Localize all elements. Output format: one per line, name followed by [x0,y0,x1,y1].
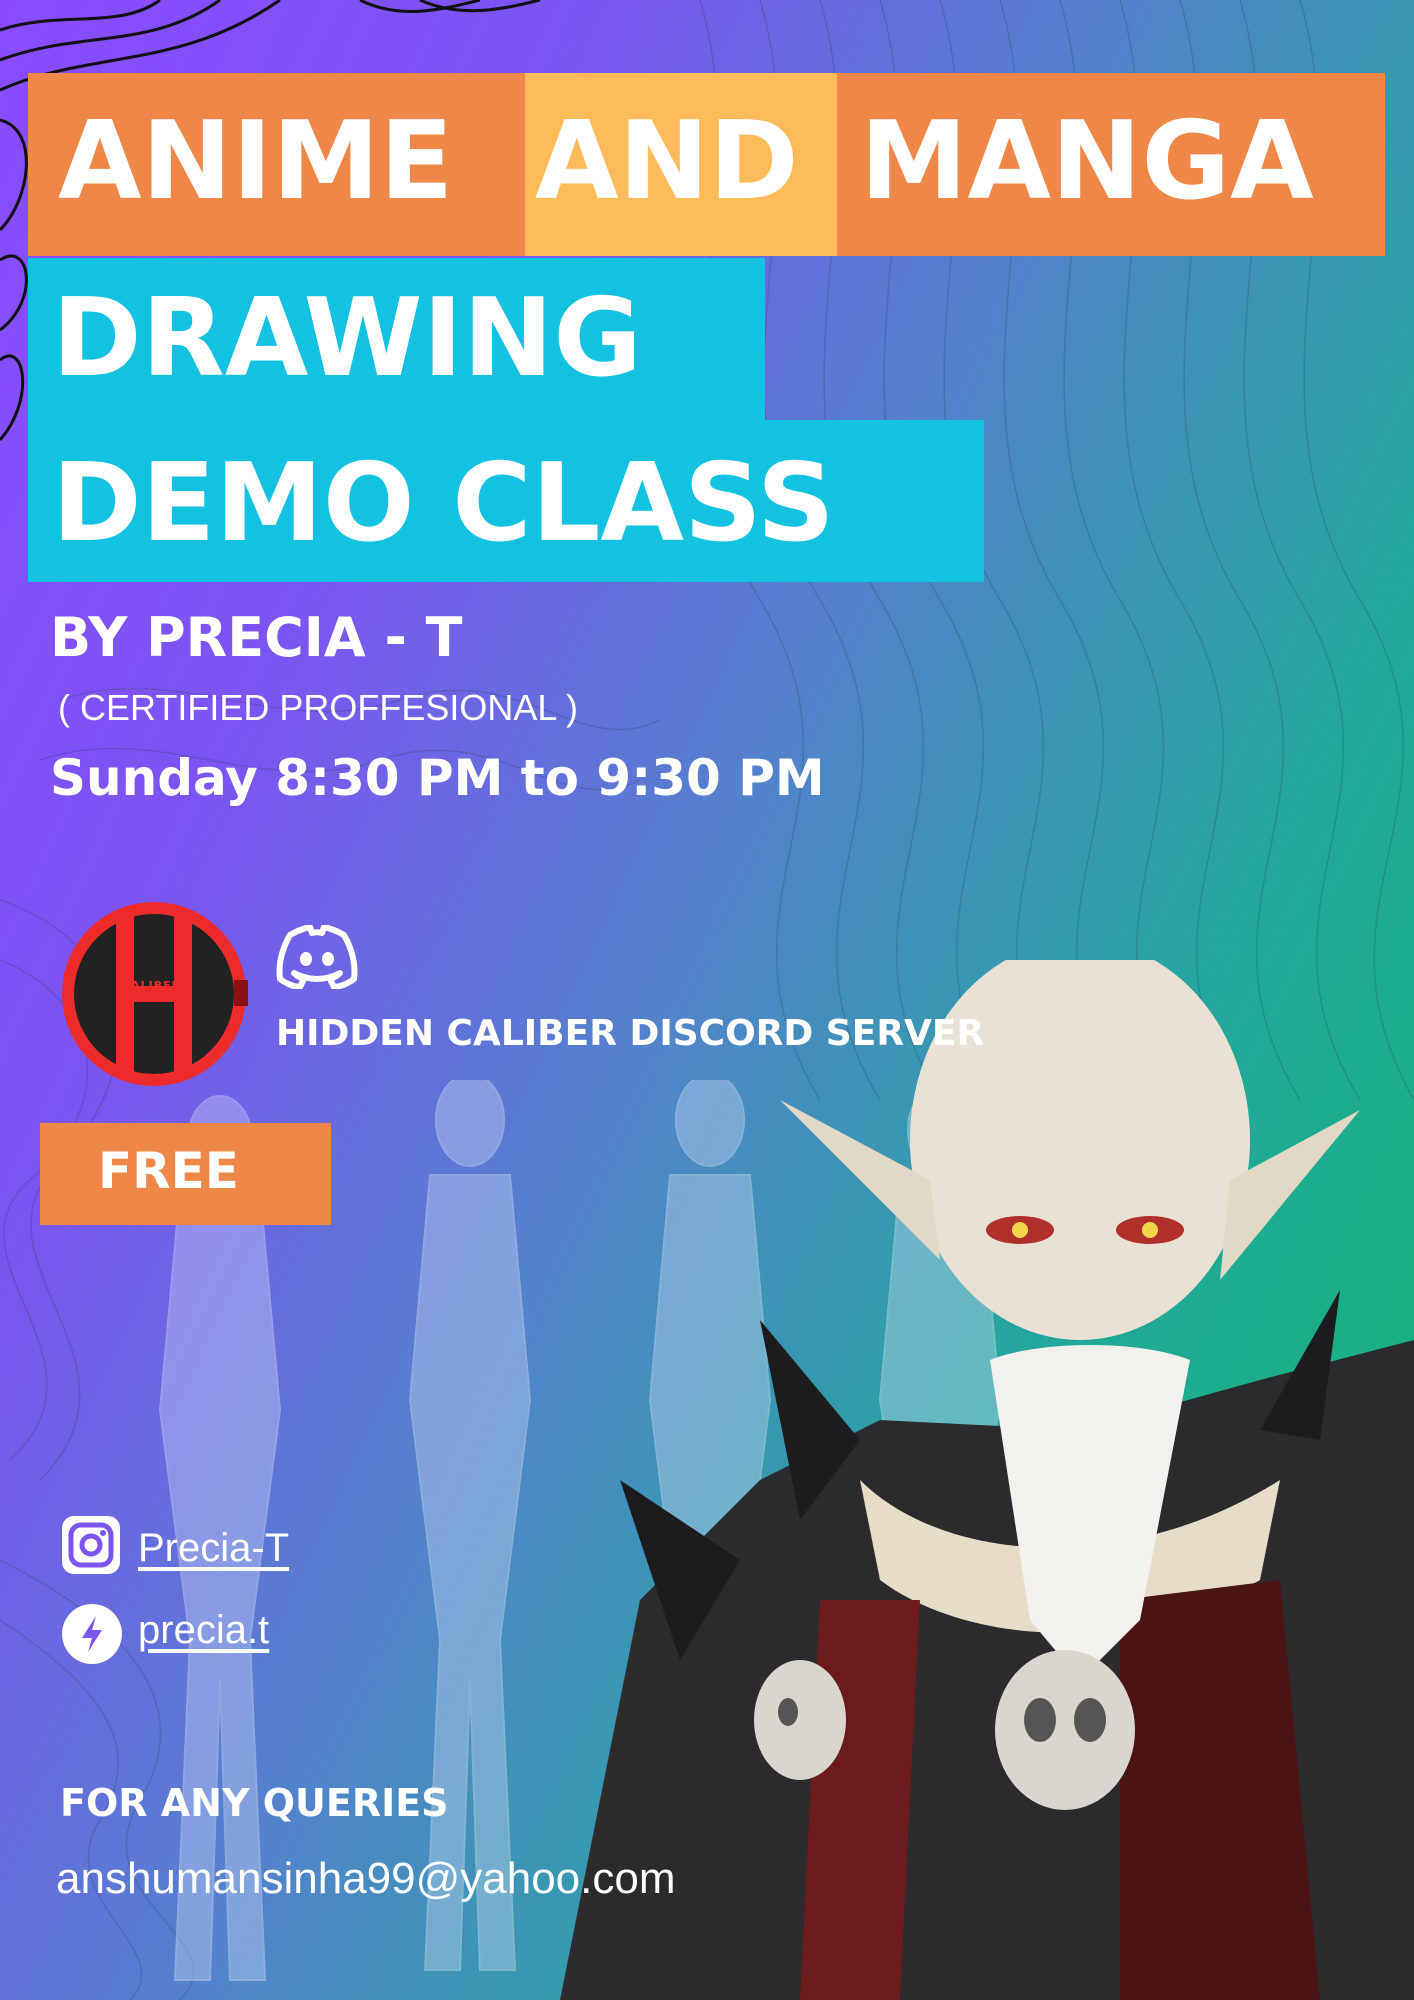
title-demo-class: DEMO CLASS [52,441,835,566]
free-label: FREE [98,1142,239,1200]
instagram-handle-link[interactable]: Precia-T [138,1524,289,1572]
title-drawing: DRAWING [52,276,642,401]
contact-email[interactable]: anshumansinha99@yahoo.com [56,1852,676,1906]
poster: ANIME AND MANGA DRAWING DEMO CLASS BY PR… [0,0,1414,2000]
free-badge: FREE [40,1123,331,1225]
title-anime: ANIME [58,99,454,224]
discord-icon[interactable] [276,925,358,989]
caliber-logo [62,902,248,1086]
contact-heading: FOR ANY QUERIES [60,1781,449,1825]
credential: ( CERTIFIED PROFFESIONAL ) [58,687,579,728]
threads-handle-link[interactable]: precia.t [138,1606,269,1654]
logo-text: CALIBER [122,979,182,992]
discord-server-label[interactable]: HIDDEN CALIBER DISCORD SERVER [276,1010,984,1058]
character-illustration [560,960,1414,2000]
schedule: Sunday 8:30 PM to 9:30 PM [50,749,825,807]
byline: BY PRECIA - T [50,606,463,669]
instagram-icon[interactable] [62,1516,120,1574]
title-and: AND [535,99,799,224]
threads-icon[interactable] [62,1604,122,1664]
title-manga: MANGA [860,99,1314,224]
